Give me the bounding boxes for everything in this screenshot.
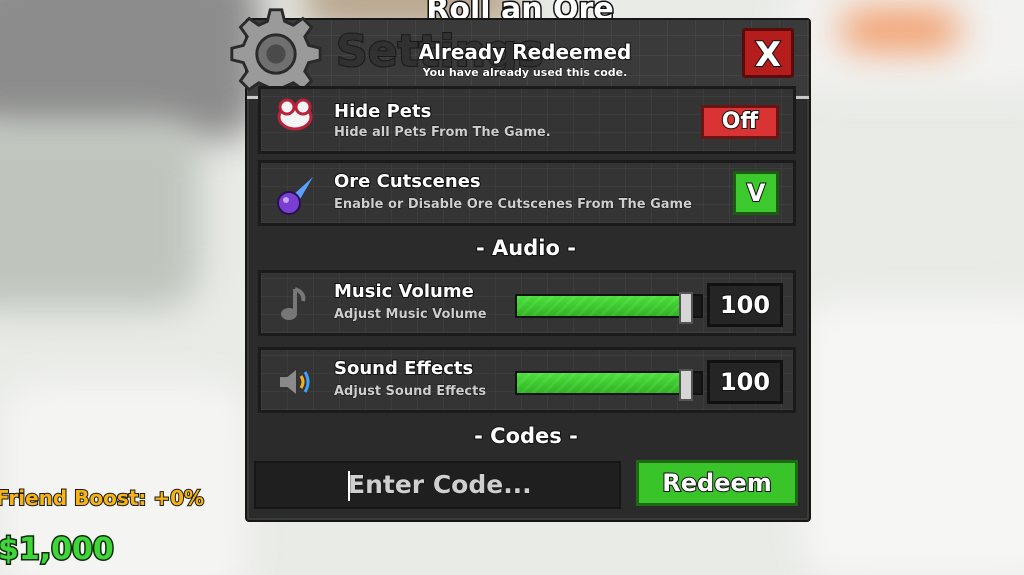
music-volume-fill [517, 296, 687, 316]
sound-effects-label: Sound Effects [333, 357, 474, 380]
notification-message: You have already used this code. [422, 66, 628, 80]
friend-boost-label: Friend Boost: +0% [0, 485, 205, 511]
music-volume-handle[interactable] [679, 292, 694, 324]
text-caret [348, 471, 350, 501]
sound-effects-slider[interactable] [515, 369, 703, 401]
close-button[interactable]: X [742, 28, 794, 78]
sound-effects-value[interactable]: 100 [707, 360, 783, 404]
pet-icon [277, 98, 313, 131]
ore-cutscenes-description: Enable or Disable Ore Cutscenes From The… [334, 197, 693, 213]
setting-row-sound-effects: Sound Effects Adjust Sound Effects 100 [258, 347, 796, 413]
audio-heading: - Audio - [475, 235, 577, 261]
ore-cutscenes-label: Ore Cutscenes [333, 170, 482, 193]
code-input-placeholder: Enter Code... [348, 470, 533, 500]
music-volume-value[interactable]: 100 [707, 283, 783, 327]
music-volume-label: Music Volume [333, 280, 475, 303]
speaker-icon [278, 365, 310, 399]
setting-row-hide-pets: Hide Pets Hide all Pets From The Game. O… [258, 86, 796, 154]
money-counter: $1,000 [0, 531, 115, 569]
redeem-notification: Already Redeemed You have already used t… [400, 39, 650, 80]
sound-effects-description: Adjust Sound Effects [333, 384, 487, 400]
hide-pets-label: Hide Pets [333, 100, 432, 123]
notification-title: Already Redeemed [418, 39, 633, 65]
redeem-button[interactable]: Redeem [636, 460, 798, 506]
sound-effects-handle[interactable] [679, 369, 694, 401]
music-volume-slider[interactable] [515, 292, 703, 324]
hide-pets-toggle[interactable]: Off [701, 105, 779, 139]
code-input[interactable]: Enter Code... [254, 461, 621, 509]
hide-pets-description: Hide all Pets From The Game. [334, 125, 552, 141]
meteor-ore-icon [277, 177, 313, 215]
sound-effects-fill [517, 373, 687, 393]
setting-row-music-volume: Music Volume Adjust Music Volume 100 [258, 270, 796, 336]
music-note-icon [281, 287, 306, 320]
codes-heading: - Codes - [473, 423, 579, 449]
music-volume-description: Adjust Music Volume [334, 307, 488, 323]
setting-row-ore-cutscenes: Ore Cutscenes Enable or Disable Ore Cuts… [258, 160, 796, 226]
ore-cutscenes-toggle[interactable]: V [733, 171, 779, 215]
